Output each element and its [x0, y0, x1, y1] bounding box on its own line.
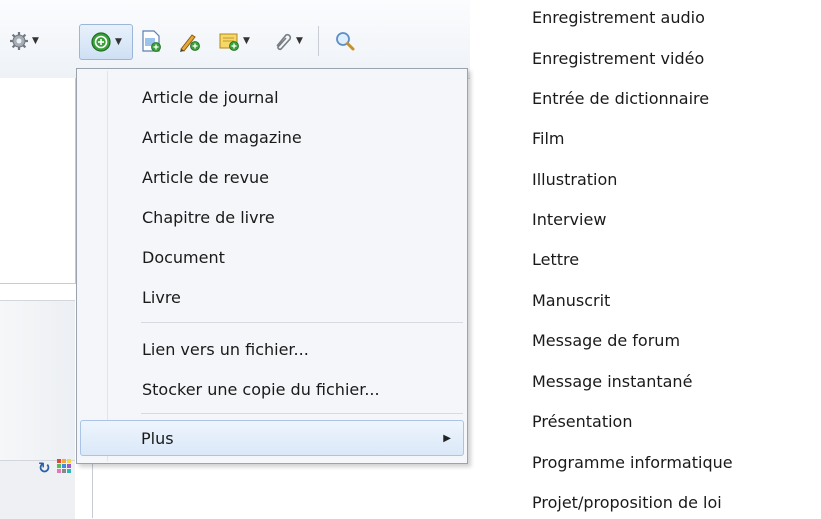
- menu-item-label: Document: [142, 247, 225, 267]
- new-item-button[interactable]: ▼: [79, 24, 133, 60]
- edit-tag-icon: [177, 29, 201, 53]
- menu-item-store-file-copy[interactable]: Stocker une copie du fichier...: [79, 371, 465, 407]
- chevron-down-icon: ▼: [243, 36, 250, 46]
- menu-item-livre[interactable]: Livre: [79, 279, 465, 315]
- menu-separator: [141, 413, 463, 414]
- submenu-item[interactable]: Programme informatique: [532, 453, 733, 472]
- attachment-icon: [271, 30, 293, 52]
- menu-item-label: Plus: [141, 428, 174, 448]
- menu-item-article-de-revue[interactable]: Article de revue: [79, 159, 465, 195]
- submenu-item[interactable]: Enregistrement vidéo: [532, 49, 704, 68]
- search-icon: [334, 30, 356, 52]
- new-note-button[interactable]: [136, 24, 166, 58]
- menu-item-label: Chapitre de livre: [142, 207, 275, 227]
- edit-tag-button[interactable]: [174, 24, 204, 58]
- standalone-note-icon: [218, 30, 240, 52]
- more-item-types-submenu: Enregistrement audio Enregistrement vidé…: [532, 0, 821, 518]
- add-icon: [90, 31, 112, 53]
- search-button[interactable]: [330, 24, 360, 58]
- menu-item-chapitre-de-livre[interactable]: Chapitre de livre: [79, 199, 465, 235]
- gear-icon: [9, 31, 29, 51]
- menu-item-document[interactable]: Document: [79, 239, 465, 275]
- items-pane: [92, 462, 471, 518]
- menu-item-label: Article de revue: [142, 167, 270, 187]
- submenu-item[interactable]: Manuscrit: [532, 291, 610, 310]
- toolbar-separator: [318, 26, 319, 56]
- menu-item-label: Stocker une copie du fichier...: [142, 379, 380, 399]
- color-grid-icon[interactable]: [56, 458, 71, 477]
- new-note-icon: [140, 29, 162, 53]
- actions-button[interactable]: ▼: [6, 24, 42, 58]
- menu-item-link-file[interactable]: Lien vers un fichier...: [79, 331, 465, 367]
- new-item-menu: Article de journal Article de magazine A…: [76, 68, 468, 464]
- chevron-down-icon: ▼: [296, 36, 303, 46]
- add-attachment-button[interactable]: ▼: [266, 24, 308, 58]
- submenu-item[interactable]: Enregistrement audio: [532, 8, 705, 27]
- submenu-item[interactable]: Film: [532, 129, 565, 148]
- submenu-item[interactable]: Message de forum: [532, 331, 680, 350]
- chevron-down-icon: ▼: [32, 36, 39, 46]
- menu-item-label: Livre: [142, 287, 181, 307]
- submenu-item[interactable]: Message instantané: [532, 372, 692, 391]
- submenu-item[interactable]: Présentation: [532, 412, 632, 431]
- menu-separator: [141, 322, 463, 323]
- menu-item-label: Article de magazine: [142, 127, 302, 147]
- menu-item-plus[interactable]: Plus ▶: [80, 420, 464, 456]
- chevron-right-icon: ▶: [443, 432, 451, 444]
- submenu-item[interactable]: Interview: [532, 210, 606, 229]
- menu-item-label: Article de journal: [142, 87, 279, 107]
- submenu-item[interactable]: Lettre: [532, 250, 579, 269]
- chevron-down-icon: ▼: [115, 37, 122, 47]
- submenu-item[interactable]: Projet/proposition de loi: [532, 493, 722, 512]
- collections-pane: [0, 78, 76, 284]
- submenu-item[interactable]: Entrée de dictionnaire: [532, 89, 709, 108]
- menu-item-label: Lien vers un fichier...: [142, 339, 309, 359]
- menu-item-article-de-magazine[interactable]: Article de magazine: [79, 119, 465, 155]
- add-note-button[interactable]: ▼: [214, 24, 254, 58]
- tag-selector-tools: ↻: [38, 458, 71, 477]
- menu-item-article-de-journal[interactable]: Article de journal: [79, 79, 465, 115]
- submenu-item[interactable]: Illustration: [532, 170, 617, 189]
- tag-selector-pane: [0, 300, 75, 461]
- refresh-icon[interactable]: ↻: [38, 459, 51, 477]
